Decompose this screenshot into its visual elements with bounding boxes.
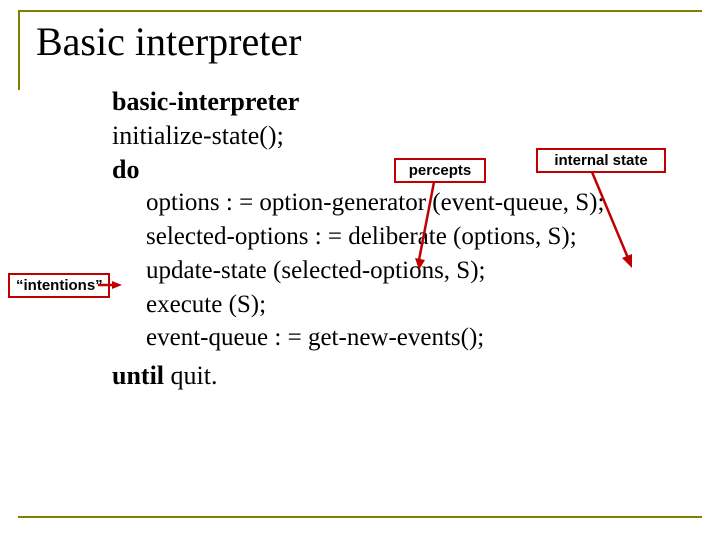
- arrow-internal-state: [582, 172, 642, 272]
- code-kw-until: until: [112, 361, 164, 390]
- rule-left: [18, 10, 20, 90]
- annotation-internal-state: internal state: [536, 148, 666, 173]
- code-line-4: execute (S);: [146, 288, 690, 322]
- arrow-percepts: [414, 182, 454, 272]
- annotation-percepts: percepts: [394, 158, 486, 183]
- rule-top: [18, 10, 702, 12]
- arrow-intentions: [98, 278, 122, 292]
- code-kw-do: do: [112, 155, 139, 184]
- code-kw-basic-interpreter: basic-interpreter: [112, 87, 299, 116]
- code-quit: quit.: [164, 361, 217, 390]
- slide: Basic interpreter basic-interpreter init…: [0, 0, 720, 540]
- code-line-5: event-queue : = get-new-events();: [146, 321, 690, 355]
- page-title: Basic interpreter: [36, 18, 690, 65]
- rule-bottom: [18, 516, 702, 518]
- annotation-intentions: “intentions”: [8, 273, 110, 298]
